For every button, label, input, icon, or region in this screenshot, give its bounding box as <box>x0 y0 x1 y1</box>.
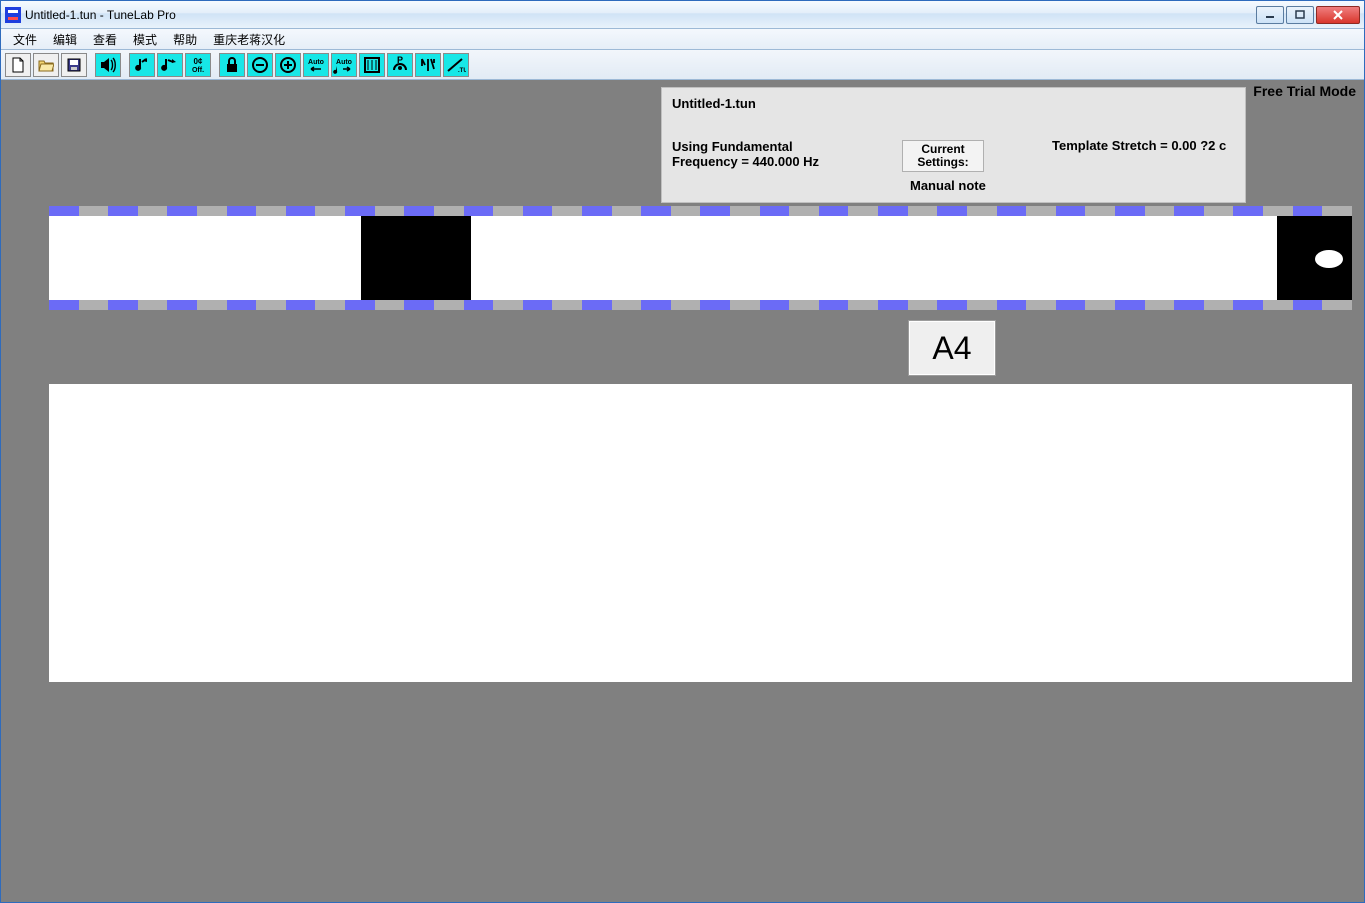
phase-marker-right <box>1277 216 1352 300</box>
menu-credit[interactable]: 重庆老蒋汉化 <box>205 29 293 50</box>
speaker-button[interactable] <box>95 53 121 77</box>
current-note-display[interactable]: A4 <box>908 320 996 376</box>
phase-ticks-top <box>49 206 1352 216</box>
phase-strip-inner <box>49 216 1352 300</box>
auto-left-button[interactable]: Auto <box>303 53 329 77</box>
current-settings-button[interactable]: Current Settings: <box>902 140 984 172</box>
offset-off-button[interactable]: 0¢Off. <box>185 53 211 77</box>
tun-file-button[interactable]: .TUN <box>443 53 469 77</box>
zoom-out-button[interactable] <box>247 53 273 77</box>
titlebar[interactable]: Untitled-1.tun - TuneLab Pro <box>1 1 1364 29</box>
note-prev-button[interactable] <box>129 53 155 77</box>
note-next-button[interactable] <box>157 53 183 77</box>
toolbar: 0¢Off. Auto Auto P .TUN <box>1 50 1364 80</box>
spectrum-display[interactable] <box>49 384 1352 682</box>
zoom-out-icon <box>251 56 269 74</box>
menu-help[interactable]: 帮助 <box>165 29 205 50</box>
save-file-icon <box>66 57 82 73</box>
svg-text:Auto: Auto <box>336 59 352 66</box>
svg-text:0¢: 0¢ <box>194 57 203 66</box>
offset-off-icon: 0¢Off. <box>187 56 209 74</box>
app-window: Untitled-1.tun - TuneLab Pro 文件 编辑 查看 模式… <box>0 0 1365 903</box>
app-icon <box>5 7 21 23</box>
zoom-in-icon <box>279 56 297 74</box>
new-file-icon <box>10 57 26 73</box>
phase-marker-left <box>361 216 471 300</box>
auto-left-icon: Auto <box>305 56 327 74</box>
zoom-in-button[interactable] <box>275 53 301 77</box>
speaker-icon <box>99 56 117 74</box>
menubar: 文件 编辑 查看 模式 帮助 重庆老蒋汉化 <box>1 29 1364 50</box>
svg-text:P: P <box>397 56 403 65</box>
auto-right-button[interactable]: Auto <box>331 53 357 77</box>
trial-mode-label: Free Trial Mode <box>1253 83 1356 99</box>
phase-ticks-bottom <box>49 300 1352 310</box>
maximize-button[interactable] <box>1286 6 1314 24</box>
window-controls <box>1256 6 1360 24</box>
auto-right-icon: Auto <box>333 56 355 74</box>
tuning-curve-button[interactable] <box>415 53 441 77</box>
phase-strip[interactable] <box>49 206 1352 310</box>
open-file-button[interactable] <box>33 53 59 77</box>
info-panel: Untitled-1.tun Using Fundamental Frequen… <box>661 87 1246 203</box>
menu-mode[interactable]: 模式 <box>125 29 165 50</box>
svg-text:.TUN: .TUN <box>458 68 466 74</box>
record-icon: P <box>391 56 409 74</box>
measure-icon <box>363 56 381 74</box>
tun-file-icon: .TUN <box>446 56 466 74</box>
manual-note-label: Manual note <box>910 178 986 193</box>
window-title: Untitled-1.tun - TuneLab Pro <box>25 8 176 22</box>
svg-text:Auto: Auto <box>308 59 324 66</box>
note-prev-icon <box>133 56 151 74</box>
svg-text:Off.: Off. <box>192 67 204 74</box>
minimize-button[interactable] <box>1256 6 1284 24</box>
record-button[interactable]: P <box>387 53 413 77</box>
menu-file[interactable]: 文件 <box>5 29 45 50</box>
save-file-button[interactable] <box>61 53 87 77</box>
workspace: Free Trial Mode Untitled-1.tun Using Fun… <box>1 80 1364 902</box>
open-file-icon <box>38 57 54 73</box>
close-button[interactable] <box>1316 6 1360 24</box>
note-next-icon <box>161 56 179 74</box>
menu-view[interactable]: 查看 <box>85 29 125 50</box>
menu-edit[interactable]: 编辑 <box>45 29 85 50</box>
new-file-button[interactable] <box>5 53 31 77</box>
lock-icon <box>224 56 240 74</box>
lock-button[interactable] <box>219 53 245 77</box>
filename-label: Untitled-1.tun <box>672 96 1235 111</box>
template-stretch-label: Template Stretch = 0.00 ?2 c <box>1052 138 1226 153</box>
measure-button[interactable] <box>359 53 385 77</box>
tuning-curve-icon <box>419 56 437 74</box>
